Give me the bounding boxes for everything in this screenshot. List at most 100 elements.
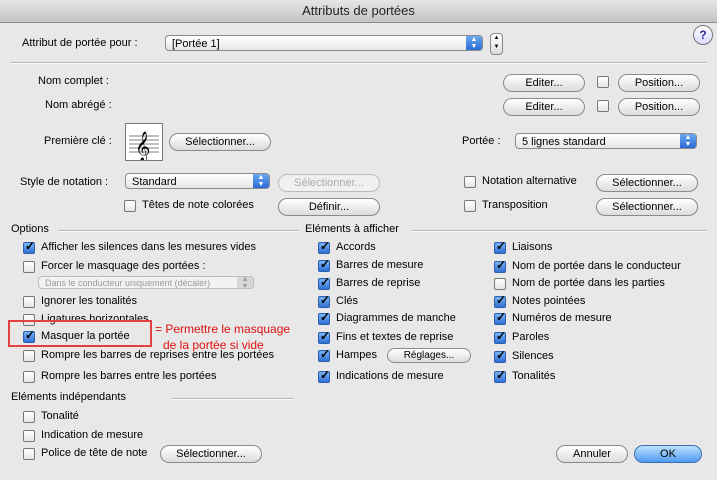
popup-arrows-icon: ▲ ▼	[466, 36, 482, 50]
silences-label: Silences	[512, 350, 554, 362]
short-name-position-button[interactable]: Position...	[618, 98, 700, 116]
separator	[10, 62, 706, 64]
diagrammes-de-manche-checkbox[interactable]	[318, 310, 330, 325]
staff-stepper[interactable]: ▲ ▼	[490, 33, 503, 55]
treble-clef-icon: 𝄞	[125, 123, 163, 163]
full-name-position-checkbox[interactable]	[597, 76, 609, 88]
edit-full-name-button[interactable]: Editer...	[503, 74, 585, 92]
staff-type-select[interactable]: 5 lignes standard ▲ ▼	[515, 133, 697, 149]
alt-notation-select-button[interactable]: Sélectionner...	[596, 174, 698, 192]
forcer-le-masquage-des-portees-label: Forcer le masquage des portées :	[41, 260, 206, 272]
paroles-label: Paroles	[512, 331, 550, 343]
staff-type-label: Portée :	[462, 135, 501, 147]
cles-label: Clés	[336, 295, 359, 307]
rompre-les-barres-entre-les-portees-checkbox[interactable]	[23, 371, 35, 383]
barres-de-mesure-label: Barres de mesure	[336, 259, 424, 271]
notes-pointees-checkbox[interactable]	[494, 293, 506, 308]
notes-pointees-label: Notes pointées	[512, 295, 586, 307]
indications-de-mesure-label: Indications de mesure	[336, 370, 444, 382]
staff-attribute-select[interactable]: [Portée 1] ▲ ▼	[165, 35, 483, 51]
popup-arrows-icon: ▲ ▼	[237, 276, 253, 290]
indication-de-mesure-checkbox[interactable]	[23, 430, 35, 442]
forcer-le-masquage-des-portees-checkbox[interactable]	[23, 261, 35, 273]
indications-de-mesure-checkbox[interactable]	[318, 368, 330, 383]
alt-notation-checkbox[interactable]	[464, 176, 476, 188]
numeros-de-mesure-checkbox[interactable]	[494, 310, 506, 325]
notation-style-label: Style de notation :	[20, 176, 109, 188]
police-de-tete-de-note-label: Police de tête de note	[41, 447, 148, 459]
liaisons-checkbox[interactable]	[494, 239, 506, 254]
indication-de-mesure-label: Indication de mesure	[41, 429, 144, 441]
stem-settings-button[interactable]: Réglages...	[387, 348, 471, 363]
numeros-de-mesure-label: Numéros de mesure	[512, 312, 612, 324]
tonalites-checkbox[interactable]	[494, 368, 506, 383]
edit-short-name-button[interactable]: Editer...	[503, 98, 585, 116]
separator	[172, 398, 294, 400]
short-name-position-checkbox[interactable]	[597, 100, 609, 112]
nom-de-portee-dans-le-conducteur-label: Nom de portée dans le conducteur	[512, 260, 681, 272]
fins-et-textes-de-reprise-checkbox[interactable]	[318, 329, 330, 344]
accords-checkbox[interactable]	[318, 239, 330, 254]
cles-checkbox[interactable]	[318, 293, 330, 308]
colored-noteheads-label: Têtes de note colorées	[142, 199, 254, 211]
elements-heading: Eléments à afficher	[305, 223, 399, 235]
transposition-checkbox[interactable]	[464, 200, 476, 212]
barres-de-reprise-label: Barres de reprise	[336, 277, 421, 289]
transposition-label: Transposition	[482, 199, 548, 211]
separator	[412, 230, 706, 232]
nom-de-portee-dans-le-conducteur-checkbox[interactable]	[494, 258, 506, 273]
barres-de-mesure-checkbox[interactable]	[318, 257, 330, 272]
barres-de-reprise-checkbox[interactable]	[318, 275, 330, 290]
afficher-les-silences-dans-les-mesures-vides-checkbox[interactable]	[23, 239, 35, 254]
popup-arrows-icon: ▲ ▼	[680, 134, 696, 148]
diagrammes-de-manche-label: Diagrammes de manche	[336, 312, 456, 324]
staff-type-value: 5 lignes standard	[522, 136, 606, 148]
nom-de-portee-dans-les-parties-checkbox[interactable]	[494, 278, 506, 290]
ignorer-les-tonalites-label: Ignorer les tonalités	[41, 295, 137, 307]
independent-heading: Eléments indépendants	[11, 391, 126, 403]
force-hide-select[interactable]: Dans le conducteur uniquement (décaler) …	[38, 276, 254, 290]
select-clef-button[interactable]: Sélectionner...	[169, 133, 271, 151]
ignorer-les-tonalites-checkbox[interactable]	[23, 296, 35, 308]
hampes-checkbox[interactable]	[318, 347, 330, 362]
colored-noteheads-checkbox[interactable]	[124, 200, 136, 212]
liaisons-label: Liaisons	[512, 241, 553, 253]
staff-attribute-value: [Portée 1]	[172, 38, 220, 50]
full-name-label: Nom complet :	[38, 75, 109, 87]
options-heading: Options	[11, 223, 49, 235]
alt-notation-label: Notation alternative	[482, 175, 577, 187]
clef-glyph: 𝄞	[135, 131, 150, 160]
fins-et-textes-de-reprise-label: Fins et textes de reprise	[336, 331, 454, 343]
ok-button[interactable]: OK	[634, 445, 702, 463]
define-button[interactable]: Définir...	[278, 198, 380, 216]
police-de-tete-de-note-checkbox[interactable]	[23, 448, 35, 460]
rompre-les-barres-de-reprises-entre-les-portees-checkbox[interactable]	[23, 350, 35, 362]
popup-arrows-icon: ▲ ▼	[253, 174, 269, 188]
silences-checkbox[interactable]	[494, 348, 506, 363]
rompre-les-barres-entre-les-portees-label: Rompre les barres entre les portées	[41, 370, 217, 382]
tonalite-checkbox[interactable]	[23, 411, 35, 423]
help-button[interactable]: ?	[693, 25, 713, 45]
short-name-label: Nom abrégé :	[45, 99, 112, 111]
notehead-font-select-button[interactable]: Sélectionner...	[160, 445, 262, 463]
separator	[58, 230, 298, 232]
notation-style-select[interactable]: Standard ▲ ▼	[125, 173, 270, 189]
annotation-line-1: = Permettre le masquage	[155, 322, 291, 336]
nom-de-portee-dans-les-parties-label: Nom de portée dans les parties	[512, 277, 665, 289]
tonalites-label: Tonalités	[512, 370, 556, 382]
clef-staff-graphic: 𝄞	[129, 131, 159, 163]
force-hide-value: Dans le conducteur uniquement (décaler)	[45, 278, 211, 288]
full-name-position-button[interactable]: Position...	[618, 74, 700, 92]
hampes-label: Hampes	[336, 349, 377, 361]
first-clef-label: Première clé :	[44, 135, 112, 147]
window-title: Attributs de portées	[0, 0, 717, 23]
annotation-highlight-box	[8, 320, 152, 347]
paroles-checkbox[interactable]	[494, 329, 506, 344]
accords-label: Accords	[336, 241, 376, 253]
notation-select-button[interactable]: Sélectionner...	[278, 174, 380, 192]
annotation-line-2: de la portée si vide	[163, 338, 264, 352]
cancel-button[interactable]: Annuler	[556, 445, 628, 463]
transposition-select-button[interactable]: Sélectionner...	[596, 198, 698, 216]
tonalite-label: Tonalité	[41, 410, 79, 422]
notation-style-value: Standard	[132, 176, 177, 188]
